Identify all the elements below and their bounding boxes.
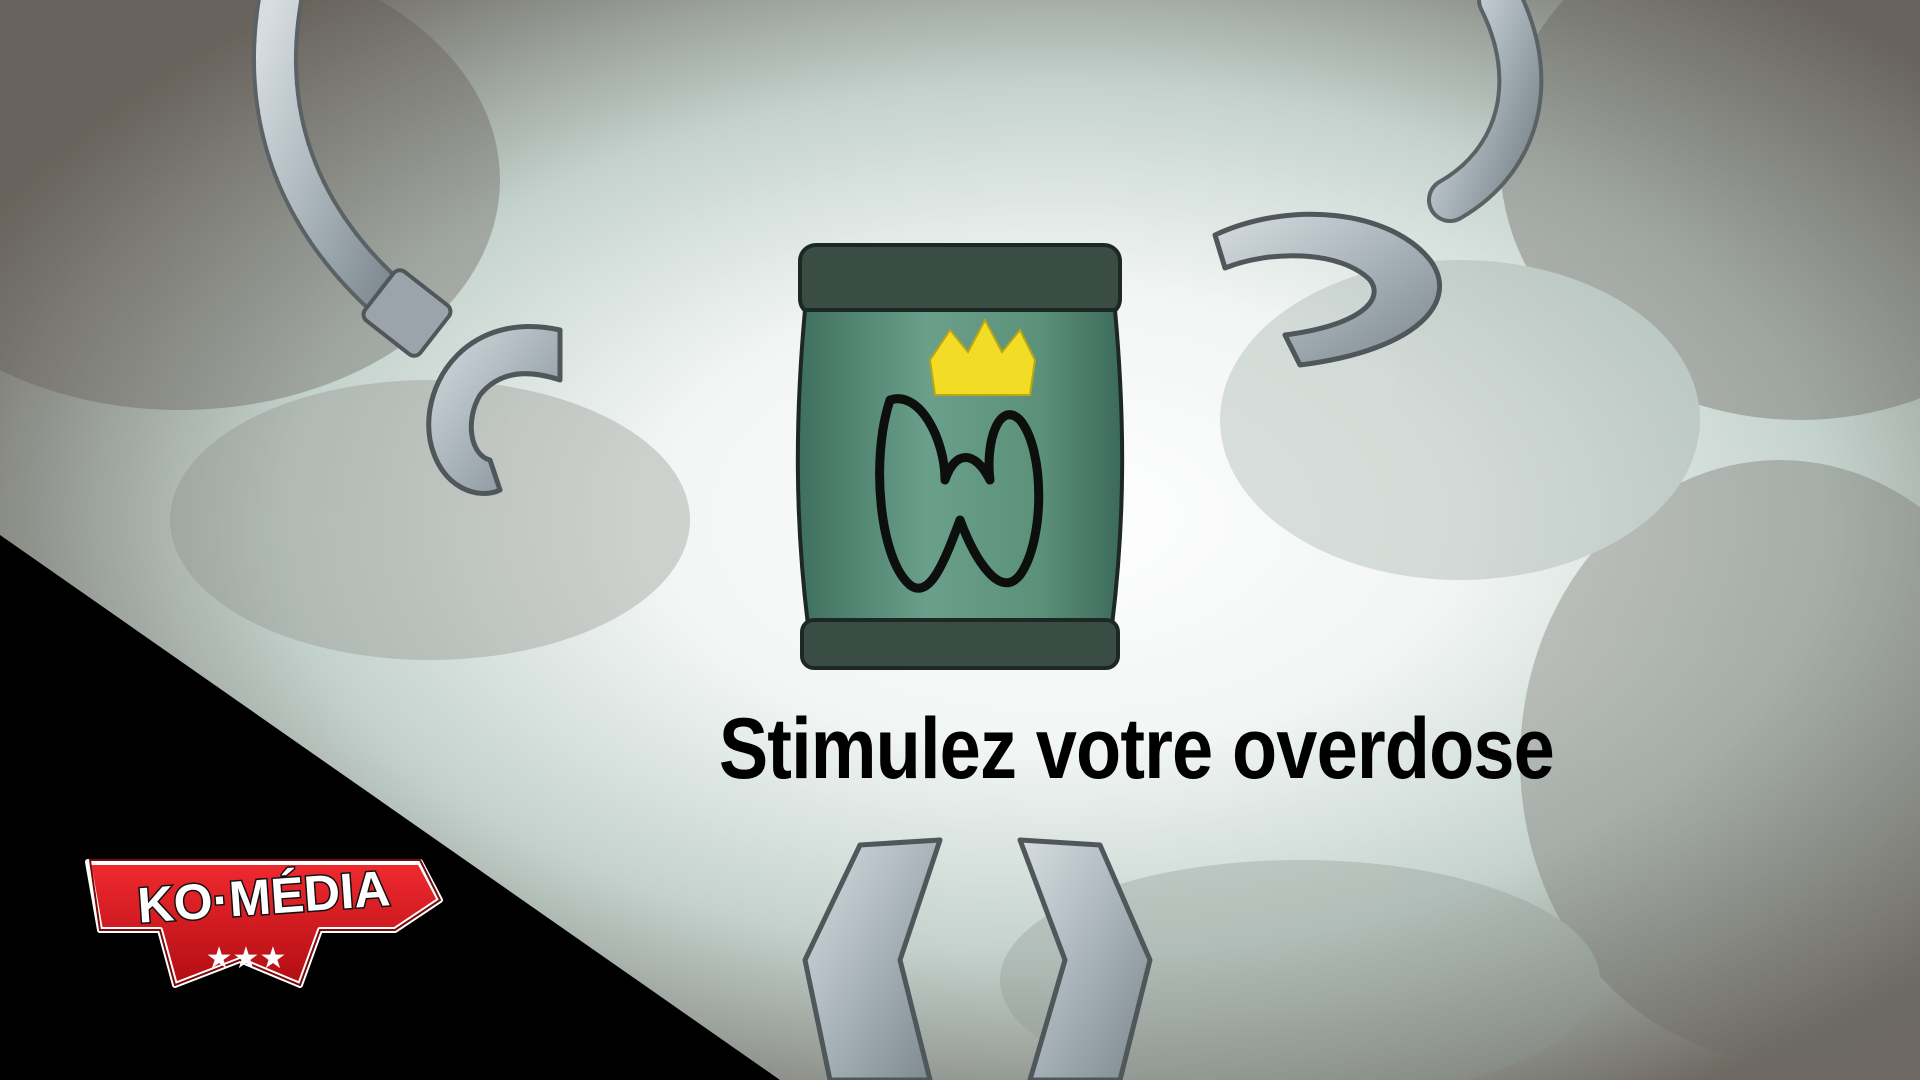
energy-can-icon <box>795 243 1125 670</box>
artwork-scene: KO·MÉDIA ★★★ <box>0 0 1920 1080</box>
caption-text-block: Stimulez votre overdose <box>154 700 1805 799</box>
logo-stars: ★★★ <box>206 941 287 976</box>
caption-text: Stimulez votre overdose <box>718 701 1555 797</box>
artwork-svg: KO·MÉDIA ★★★ <box>0 0 1920 1080</box>
